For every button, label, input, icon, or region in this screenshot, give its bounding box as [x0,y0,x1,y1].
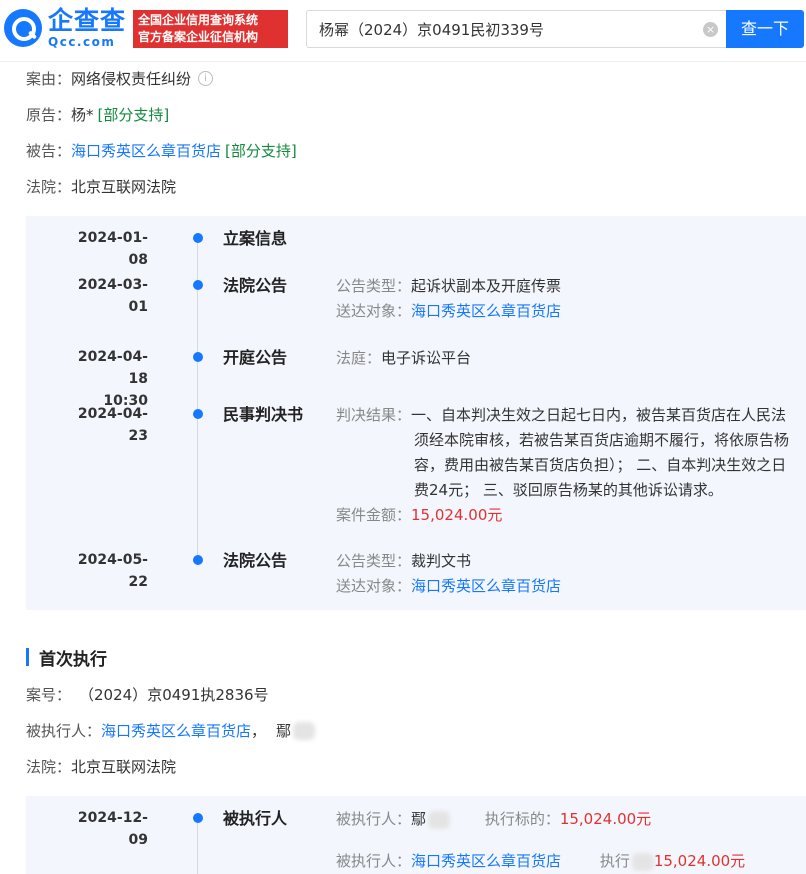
executed-company-link[interactable]: 海口秀英区么章百货店 [101,720,251,741]
execution-court-row: 法院： 北京互联网法院 [26,758,177,776]
qcc-logo[interactable]: 企查查 Qcc.com [4,8,126,48]
timeline-title: 立案信息 [223,229,288,248]
timeline-title: 被执行人 [223,809,288,828]
execution-section-title: 首次执行 [26,646,107,670]
execution-case-no-row: 案号： （2024）京0491执2836号 [26,686,269,704]
executed-person: 鄢 [411,810,427,828]
timeline-dot [193,352,203,362]
executed-company-link[interactable]: 海口秀英区么章百货店 [411,852,561,870]
executed-person-row: 被执行人： 海口秀英区么章百货店 ， 鄢 [26,720,316,741]
defendant-link[interactable]: 海口秀英区么章百货店 [71,140,221,161]
timeline-dot [193,280,203,290]
case-cause-row: 案由： 网络侵权责任纠纷 i [26,68,214,89]
redacted-blur [293,721,316,740]
timeline-dot [193,409,203,419]
timeline-date: 2024-05-22 [77,552,148,590]
case-cause: 网络侵权责任纠纷 [71,70,192,88]
timeline-title: 法院公告 [223,276,288,295]
certification-badge: 全国企业信用查询系统 官方备案企业征信机构 [133,10,288,48]
judgment-result: 一、自本判决生效之日起七日内，被告某百货店在人民法 [411,406,787,424]
plaintiff-row: 原告： 杨* [部分支持] [26,106,170,124]
logo-name: 企查查 [48,6,127,35]
recipient-link[interactable]: 海口秀英区么章百货店 [411,302,561,320]
case-amount: 15,024.00元 [411,506,503,524]
plaintiff-name: 杨* [71,106,94,124]
execution-court: 北京互联网法院 [71,758,177,776]
court-row: 法院： 北京互联网法院 [26,178,177,196]
timeline-title: 开庭公告 [223,348,288,367]
top-header: 企查查 Qcc.com 全国企业信用查询系统 官方备案企业征信机构 杨幂（202… [0,0,806,62]
execution-target: 15,024.00元 [559,810,652,828]
court-name: 北京互联网法院 [71,178,177,196]
timeline-date: 2024-01-08 [77,230,148,268]
search-button[interactable]: 查一下 [726,10,804,48]
defendant-row: 被告： 海口秀英区么章百货店 [部分支持] [26,140,297,161]
execution-target: 15,024.00元 [653,852,746,870]
info-icon[interactable]: i [198,71,214,86]
execution-case-no: （2024）京0491执2836号 [79,686,269,704]
defendant-tag: [部分支持] [225,142,297,160]
timeline-date: 2024-04-18 [77,349,148,387]
recipient-link[interactable]: 海口秀英区么章百货店 [411,577,561,595]
timeline-date: 2024-03-01 [77,277,148,315]
notice-type: 裁判文书 [411,552,472,570]
timeline-title: 法院公告 [223,551,288,570]
clear-icon[interactable]: × [703,22,718,37]
court-room: 电子诉讼平台 [381,349,472,367]
redacted-blur [428,810,451,829]
search-value: 杨幂（2024）京0491民初339号 [319,20,544,39]
timeline-date: 2024-04-23 [77,406,148,444]
search-input[interactable]: 杨幂（2024）京0491民初339号 × [306,10,726,48]
plaintiff-tag: [部分支持] [97,106,170,124]
notice-type: 起诉状副本及开庭传票 [411,277,562,295]
timeline-dot [193,813,203,823]
logo-domain: Qcc.com [48,35,116,49]
timeline-title: 民事判决书 [223,405,304,424]
executed-person-name: 鄢 [276,722,292,740]
timeline-date: 2024-12-09 [77,810,148,848]
timeline-dot [193,555,203,565]
logo-search-icon [4,9,42,47]
redacted-blur [631,852,654,871]
timeline-dot [193,233,203,243]
